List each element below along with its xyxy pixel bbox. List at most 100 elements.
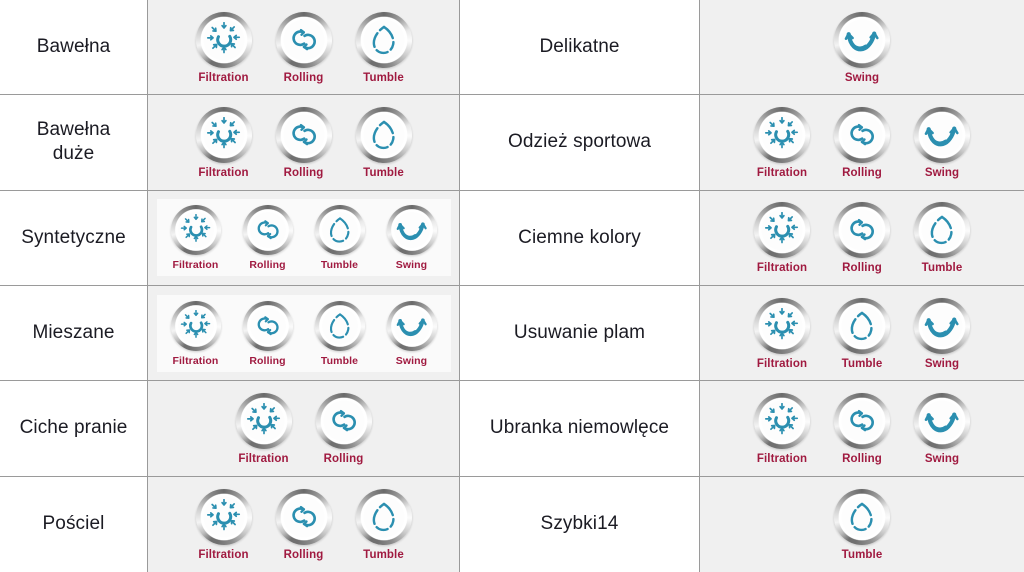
icon-group: Filtration Rolling Tumble Swing [156,199,451,277]
rolling-icon-disc [315,392,372,449]
icon-group: Filtration Rolling Tumble [181,483,427,566]
filtration-icon [206,116,240,149]
program-icon-swing[interactable]: Swing [907,297,977,370]
program-icon-label: Tumble [363,71,404,84]
program-name: Ubranka niemowlęce [489,417,670,439]
program-icon-label: Rolling [842,452,882,465]
swing-icon-disc [914,106,970,163]
program-icon-swing[interactable]: Swing [907,106,977,179]
program-icon-label: Filtration [238,452,289,465]
program-icon-filtration[interactable]: Filtration [189,11,259,84]
program-name: Bawełna [36,36,111,57]
filtration-icon-disc [754,106,810,163]
program-icon-rolling[interactable]: Rolling [309,392,379,465]
program-icon-tumble[interactable]: Tumble [349,106,419,179]
program-icon-label: Filtration [756,357,808,370]
program-icon-label: Swing [924,357,960,370]
swing-icon [844,31,879,52]
rolling-icon-disc [834,202,890,259]
tumble-icon-disc [914,202,970,259]
rolling-icon-disc [834,392,890,449]
program-icon-rolling[interactable]: Rolling [269,106,339,179]
program-icon-label: Rolling [283,166,324,179]
filtration-icon [764,116,799,149]
program-icon-label: Filtration [198,71,249,84]
program-icon-label: Swing [395,354,428,367]
program-icon-tumble[interactable]: Tumble [349,488,419,561]
filtration-icon [764,307,799,340]
tumble-icon [930,215,953,245]
rolling-icon-disc [275,11,332,68]
program-icon-rolling[interactable]: Rolling [827,392,897,465]
program-name: Syntetyczne [21,226,126,248]
rolling-icon [257,315,279,335]
program-icons-cell-right: Filtration Rolling Swing [700,95,1024,191]
swing-icon [924,317,959,338]
program-icon-label: Filtration [198,548,249,561]
rolling-icon [850,219,874,241]
program-icons-cell-right: Tumble [700,476,1024,572]
icon-group: Filtration Rolling Swing [739,101,985,184]
program-name: Ciche pranie [19,417,128,439]
rolling-icon-disc [275,106,332,163]
program-icon-label: Swing [844,71,880,84]
program-name-cell-right: Odzież sportowa [460,95,700,191]
program-name-cell-left: Mieszane [0,286,148,382]
filtration-icon-disc [170,300,221,351]
program-icon-rolling[interactable]: Rolling [237,205,299,271]
program-icon-tumble[interactable]: Tumble [827,488,897,561]
program-icon-swing[interactable]: Swing [827,11,897,84]
program-icon-label: Rolling [249,354,286,367]
icon-group: Filtration Tumble Swing [739,292,985,375]
swing-icon [924,126,959,147]
tumble-icon [850,502,873,532]
rolling-icon-disc [275,488,332,545]
program-name: Szybki14 [540,513,619,535]
tumble-icon [372,25,395,54]
filtration-icon [180,214,210,243]
program-icon-filtration[interactable]: Filtration [747,392,817,465]
icon-group: Swing [819,6,905,89]
program-icons-cell-left: Filtration Rolling Tumble Swing [148,190,460,286]
program-icon-rolling[interactable]: Rolling [269,11,339,84]
program-icon-filtration[interactable]: Filtration [189,488,259,561]
rolling-icon-disc [834,106,890,163]
program-icon-label: Filtration [756,166,808,179]
program-icons-cell-right: Filtration Rolling Tumble [700,190,1024,286]
program-icon-tumble[interactable]: Tumble [827,297,897,370]
rolling-icon-disc [242,300,293,351]
tumble-icon [329,312,349,339]
icon-group: Filtration Rolling Tumble [739,196,985,279]
program-name: Ciemne kolory [518,226,641,248]
program-icons-cell-left: Filtration Rolling Tumble [148,0,460,96]
filtration-icon-disc [195,106,252,163]
program-icons-cell-right: Filtration Rolling Swing [700,381,1024,477]
program-icon-rolling[interactable]: Rolling [827,202,897,274]
program-icon-rolling[interactable]: Rolling [269,488,339,561]
program-icon-filtration[interactable]: Filtration [165,300,227,367]
program-icon-swing[interactable]: Swing [907,392,977,465]
program-icon-tumble[interactable]: Tumble [907,202,977,274]
program-icon-swing[interactable]: Swing [381,205,443,271]
program-icon-label: Swing [395,259,428,272]
rolling-icon [331,409,356,432]
program-icon-tumble[interactable]: Tumble [309,300,371,367]
filtration-icon-disc [235,392,292,449]
program-icon-label: Filtration [198,166,249,179]
tumble-icon [329,217,349,243]
program-icon-swing[interactable]: Swing [381,300,443,367]
program-icon-tumble[interactable]: Tumble [349,11,419,84]
program-icon-label: Filtration [756,452,808,465]
program-icon-rolling[interactable]: Rolling [827,106,897,179]
program-icon-filtration[interactable]: Filtration [189,106,259,179]
program-name-cell-right: Ciemne kolory [460,190,700,286]
program-icon-filtration[interactable]: Filtration [747,297,817,370]
program-icon-tumble[interactable]: Tumble [309,205,371,271]
program-icon-filtration[interactable]: Filtration [229,392,299,465]
rolling-icon [291,505,316,528]
program-icon-filtration[interactable]: Filtration [747,202,817,274]
program-icon-filtration[interactable]: Filtration [747,106,817,179]
program-icon-rolling[interactable]: Rolling [237,300,299,367]
program-icon-filtration[interactable]: Filtration [165,205,227,271]
tumble-icon-disc [355,11,412,68]
